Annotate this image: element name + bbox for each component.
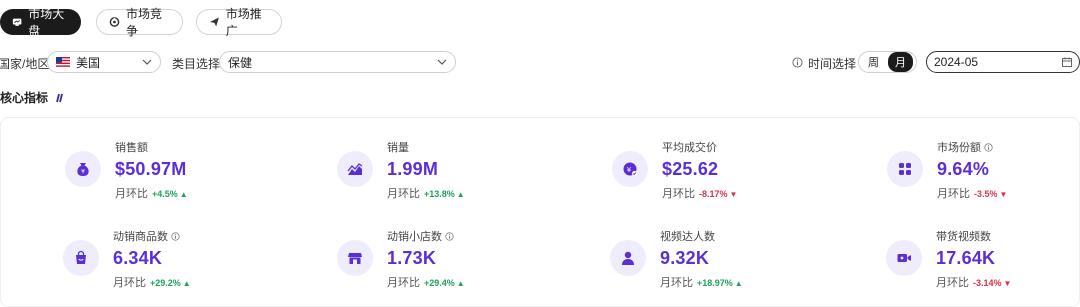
metric-value: 9.32K — [660, 248, 710, 268]
price-tag-icon: ¥ — [612, 151, 648, 187]
metric-video-creators: 视频达人数 9.32K 月环比 +18.97% ▲ — [610, 228, 840, 289]
metric-change: 月环比 -3.5% ▼ — [937, 188, 1008, 200]
time-label: 时间选择 — [808, 57, 857, 71]
metric-label: 市场份额 — [937, 139, 993, 155]
metric-label: 平均成交价 — [662, 142, 717, 154]
tab-market-promotion[interactable]: 市场推广 — [196, 7, 282, 38]
video-camera-icon — [886, 240, 922, 276]
metric-change: 月环比 +29.4% ▲ — [387, 277, 465, 289]
arrow-down-icon: ▼ — [729, 190, 738, 199]
store-icon — [337, 240, 373, 276]
person-icon — [610, 240, 646, 276]
month-picker-input[interactable]: 2024-05 — [926, 51, 1080, 73]
metric-change: 月环比 +29.2% ▲ — [113, 277, 191, 289]
tab-label: 市场竞争 — [126, 7, 163, 38]
metric-promo-videos: 带货视频数 17.64K 月环比 -3.14% ▼ — [886, 228, 1080, 289]
metric-label: 动销小店数 — [387, 228, 454, 244]
metric-label: 视频达人数 — [660, 231, 715, 243]
metric-value: 17.64K — [936, 248, 996, 268]
send-icon — [209, 17, 219, 27]
metric-active-stores: 动销小店数 1.73K 月环比 +29.4% ▲ — [337, 228, 567, 289]
date-value: 2024-05 — [934, 55, 979, 69]
arrow-up-icon: ▲ — [456, 190, 465, 199]
chevron-down-icon — [437, 59, 447, 65]
info-icon[interactable] — [171, 231, 180, 241]
period-week[interactable]: 周 — [861, 52, 886, 72]
tab-market-overview[interactable]: 市场大盘 — [0, 7, 81, 38]
compete-icon — [109, 17, 120, 27]
metric-change: 月环比 +4.5% ▲ — [115, 188, 188, 200]
country-value: 美国 — [76, 55, 101, 70]
metric-label: 销量 — [387, 142, 409, 154]
metric-value: 9.64% — [937, 159, 990, 179]
metric-market-share: 市场份额 9.64% 月环比 -3.5% ▼ — [887, 139, 1080, 200]
metric-label: 动销商品数 — [113, 228, 180, 244]
period-month[interactable]: 月 — [888, 52, 913, 72]
tab-market-competition[interactable]: 市场竞争 — [96, 7, 183, 38]
metric-active-products: 动销商品数 6.34K 月环比 +29.2% ▲ — [63, 228, 293, 289]
metric-change: 月环比 -8.17% ▼ — [662, 188, 738, 200]
metric-value: 6.34K — [113, 248, 163, 268]
arrow-down-icon: ▼ — [999, 190, 1008, 199]
metric-value: 1.99M — [387, 159, 439, 179]
category-select[interactable]: 保健 — [219, 51, 456, 73]
metric-value: 1.73K — [387, 248, 437, 268]
metric-sales-volume: 销量 1.99M 月环比 +13.8% ▲ — [337, 139, 567, 200]
money-bag-icon: ¥ — [65, 151, 101, 187]
info-icon[interactable] — [445, 231, 454, 241]
metric-average-price: ¥ 平均成交价 $25.62 月环比 -8.17% ▼ — [612, 139, 842, 200]
arrow-up-icon: ▲ — [182, 279, 191, 288]
double-slash-icon — [56, 93, 64, 103]
grid-apps-icon — [887, 151, 923, 187]
metric-change: 月环比 +13.8% ▲ — [387, 188, 465, 200]
info-icon[interactable] — [792, 57, 803, 68]
chart-board-icon — [12, 18, 22, 26]
trend-chart-icon — [337, 151, 373, 187]
svg-text:¥: ¥ — [627, 166, 632, 174]
arrow-up-icon: ▲ — [179, 190, 188, 199]
category-value: 保健 — [228, 55, 253, 70]
period-toggle[interactable]: 周 月 — [858, 51, 917, 73]
calendar-icon — [1062, 57, 1072, 67]
country-select[interactable]: 美国 — [47, 51, 161, 73]
metric-change: 月环比 -3.14% ▼ — [936, 277, 1012, 289]
category-label: 类目选择 — [172, 57, 221, 71]
arrow-up-icon: ▲ — [456, 279, 465, 288]
arrow-down-icon: ▼ — [1003, 279, 1012, 288]
metric-value: $50.97M — [115, 159, 187, 179]
metric-label: 带货视频数 — [936, 231, 991, 243]
us-flag-icon — [56, 57, 70, 67]
shopping-bag-icon — [63, 240, 99, 276]
tab-label: 市场大盘 — [28, 7, 65, 38]
metric-sales-amount: ¥ 销售额 $50.97M 月环比 +4.5% ▲ — [65, 139, 295, 200]
chevron-down-icon — [142, 59, 152, 65]
metric-change: 月环比 +18.97% ▲ — [660, 277, 743, 289]
tab-label: 市场推广 — [225, 7, 262, 38]
section-title: 核心指标 — [0, 89, 64, 106]
info-icon[interactable] — [984, 142, 993, 152]
section-title-text: 核心指标 — [0, 91, 49, 105]
arrow-up-icon: ▲ — [734, 279, 743, 288]
metric-value: $25.62 — [662, 159, 719, 179]
svg-text:¥: ¥ — [81, 169, 85, 176]
country-label: 国家/地区 — [0, 57, 50, 71]
metric-label: 销售额 — [115, 142, 148, 154]
